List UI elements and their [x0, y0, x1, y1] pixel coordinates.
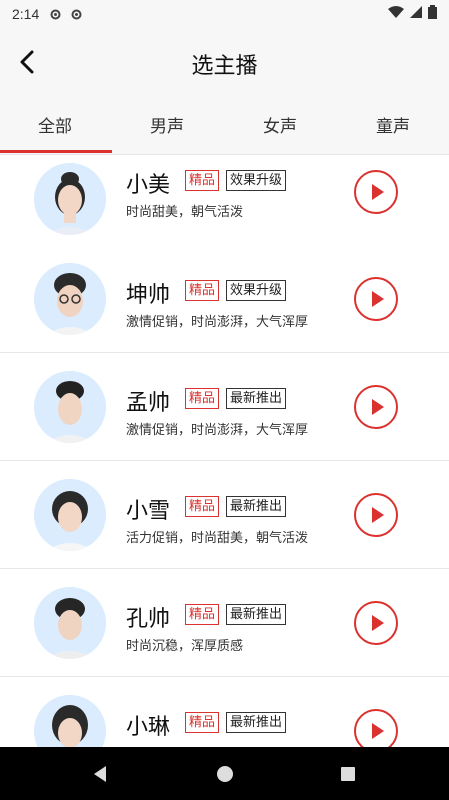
category-tabs: 全部 男声 女声 童声	[0, 98, 449, 154]
premium-badge: 精品	[185, 496, 220, 517]
premium-badge: 精品	[185, 604, 220, 625]
voice-avatar	[34, 371, 106, 443]
status-badge: 最新推出	[226, 604, 287, 625]
play-button[interactable]	[354, 170, 398, 214]
nav-recents-icon[interactable]	[336, 763, 360, 785]
voice-description: 激情促销，时尚澎湃，大气浑厚	[126, 315, 309, 330]
tab-child[interactable]: 童声	[376, 112, 410, 137]
voice-list[interactable]: 小美 精品 效果升级 时尚甜美，朝气活泼 坤帅 精品 效果升级 激情促销，时尚澎…	[0, 155, 449, 747]
voice-name: 坤帅	[126, 283, 171, 308]
status-badge: 效果升级	[226, 170, 287, 191]
premium-badge: 精品	[185, 388, 220, 409]
status-badge: 最新推出	[226, 496, 287, 517]
nav-back-icon[interactable]	[88, 763, 112, 785]
premium-badge: 精品	[185, 170, 220, 191]
status-right-icons	[388, 5, 437, 23]
signal-icon	[410, 6, 422, 22]
settings-gear-icon-2	[70, 8, 83, 21]
voice-description: 时尚甜美，朝气活泼	[126, 205, 244, 220]
tab-all[interactable]: 全部	[38, 112, 72, 137]
voice-avatar	[34, 263, 106, 335]
voice-avatar	[34, 479, 106, 551]
premium-badge: 精品	[185, 712, 220, 733]
voice-card[interactable]: 孔帅 精品 最新推出 时尚沉稳，浑厚质感	[0, 569, 449, 677]
battery-icon	[428, 5, 437, 23]
voice-name: 孟帅	[126, 391, 171, 416]
voice-name: 孔帅	[126, 607, 171, 632]
play-icon	[372, 184, 384, 200]
status-bar: 2:14	[0, 0, 449, 28]
play-icon	[372, 291, 384, 307]
active-tab-indicator	[0, 150, 112, 153]
play-button[interactable]	[354, 385, 398, 429]
play-icon	[372, 507, 384, 523]
voice-card[interactable]: 孟帅 精品 最新推出 激情促销，时尚澎湃，大气浑厚	[0, 353, 449, 461]
system-navigation-bar	[0, 747, 449, 800]
play-button[interactable]	[354, 277, 398, 321]
voice-name: 小琳	[126, 715, 171, 740]
play-button[interactable]	[354, 601, 398, 645]
voice-card[interactable]: 小雪 精品 最新推出 活力促销，时尚甜美，朝气活泼	[0, 461, 449, 569]
status-badge: 最新推出	[226, 712, 287, 733]
tab-male[interactable]: 男声	[150, 112, 184, 137]
voice-name: 小雪	[126, 499, 171, 524]
status-time: 2:14	[12, 6, 40, 22]
status-badge: 效果升级	[226, 280, 287, 301]
play-icon	[372, 615, 384, 631]
tab-female[interactable]: 女声	[263, 112, 297, 137]
premium-badge: 精品	[185, 280, 220, 301]
settings-gear-icon	[49, 8, 62, 21]
voice-card[interactable]: 小琳 精品 最新推出	[0, 677, 449, 747]
page-title: 选主播	[191, 54, 258, 79]
play-icon	[372, 723, 384, 739]
voice-card[interactable]: 坤帅 精品 效果升级 激情促销，时尚澎湃，大气浑厚	[0, 245, 449, 353]
status-badge: 最新推出	[226, 388, 287, 409]
voice-description: 激情促销，时尚澎湃，大气浑厚	[126, 423, 309, 438]
play-icon	[372, 399, 384, 415]
voice-avatar	[34, 695, 106, 747]
voice-description: 活力促销，时尚甜美，朝气活泼	[126, 531, 309, 546]
voice-description: 时尚沉稳，浑厚质感	[126, 639, 244, 654]
nav-home-icon[interactable]	[213, 763, 237, 785]
voice-avatar	[34, 587, 106, 659]
wifi-icon	[388, 6, 404, 22]
play-button[interactable]	[354, 493, 398, 537]
voice-avatar	[34, 163, 106, 235]
voice-name: 小美	[126, 173, 171, 198]
play-button[interactable]	[354, 709, 398, 747]
top-app-bar: 选主播	[0, 28, 449, 98]
